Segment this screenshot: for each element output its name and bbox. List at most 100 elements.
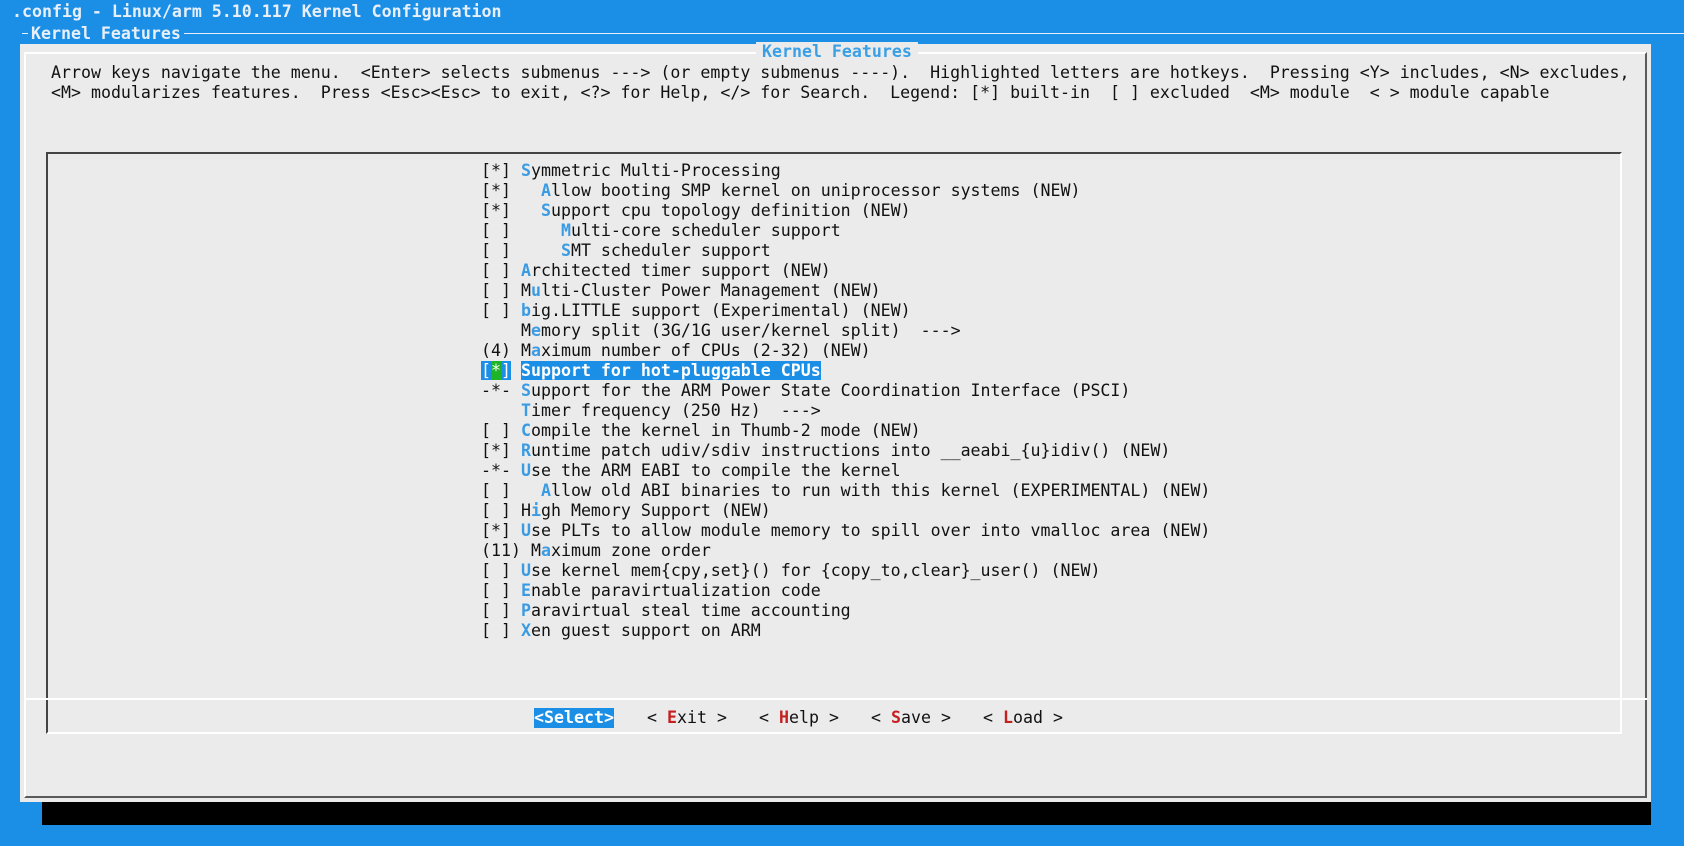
menu-item-label: Timer frequency (250 Hz) ---> bbox=[521, 401, 821, 420]
hotkey-letter: A bbox=[520, 261, 531, 280]
label-text: lti-Cluster Power Management (NEW) bbox=[540, 281, 881, 300]
menu-item-mark: (4) bbox=[481, 341, 511, 360]
menu-item[interactable]: Timer frequency (250 Hz) ---> bbox=[481, 401, 1210, 421]
menu-item-label: Maximum zone order bbox=[531, 541, 711, 560]
menu-item-mark: [*] bbox=[481, 521, 511, 540]
menu-item-label: Use kernel mem{cpy,set}() for {copy_to,c… bbox=[521, 561, 1100, 580]
menu-item-mark: [*] bbox=[481, 181, 511, 200]
menu-item-mark: [ ] bbox=[481, 221, 511, 240]
select-button[interactable]: <Select> bbox=[534, 708, 614, 728]
label-text: ompile the kernel in Thumb-2 mode (NEW) bbox=[530, 421, 921, 440]
window-title: .config - Linux/arm 5.10.117 Kernel Conf… bbox=[12, 2, 502, 21]
label-text: upport for the ARM Power State Coordinat… bbox=[530, 381, 1131, 400]
menu-item-label: High Memory Support (NEW) bbox=[521, 501, 771, 520]
button-text: ave > bbox=[900, 708, 951, 727]
hotkey-letter: U bbox=[520, 461, 531, 480]
menu-item-mark: [ ] bbox=[481, 261, 511, 280]
menu-item[interactable]: [ ] Architected timer support (NEW) bbox=[481, 261, 1210, 281]
exit-button[interactable]: < Exit > bbox=[647, 708, 727, 728]
label-text: gh Memory Support (NEW) bbox=[540, 501, 771, 520]
label-text: MT scheduler support bbox=[570, 241, 771, 260]
button-separator bbox=[24, 698, 1647, 700]
label-text: ymmetric Multi-Processing bbox=[530, 161, 781, 180]
menu-item[interactable]: [ ] Enable paravirtualization code bbox=[481, 581, 1210, 601]
menu-item[interactable]: [ ] Paravirtual steal time accounting bbox=[481, 601, 1210, 621]
hotkey-letter: S bbox=[521, 361, 531, 380]
menu-item[interactable]: [ ] Compile the kernel in Thumb-2 mode (… bbox=[481, 421, 1210, 441]
load-button[interactable]: < Load > bbox=[983, 708, 1063, 728]
dialog-title: Kernel Features bbox=[756, 42, 918, 62]
menu-item-mark bbox=[481, 401, 511, 420]
menu-item[interactable]: [*] Allow booting SMP kernel on uniproce… bbox=[481, 181, 1210, 201]
label-prefix: M bbox=[520, 321, 531, 340]
label-prefix: M bbox=[530, 541, 541, 560]
menu-item-label: Paravirtual steal time accounting bbox=[521, 601, 851, 620]
label-text: se the ARM EABI to compile the kernel bbox=[530, 461, 901, 480]
menu-item[interactable]: [*] Symmetric Multi-Processing bbox=[481, 161, 1210, 181]
menu-item[interactable]: [*] Runtime patch udiv/sdiv instructions… bbox=[481, 441, 1210, 461]
label-text: untime patch udiv/sdiv instructions into… bbox=[530, 441, 1171, 460]
hotkey-letter: i bbox=[530, 501, 541, 520]
hotkey-letter: M bbox=[560, 221, 571, 240]
hotkey-letter: a bbox=[530, 341, 541, 360]
menu-item[interactable]: [*] Use PLTs to allow module memory to s… bbox=[481, 521, 1210, 541]
menu-item[interactable]: [*] Support for hot-pluggable CPUs bbox=[481, 361, 1210, 381]
save-button[interactable]: < Save > bbox=[871, 708, 951, 728]
menu-item[interactable]: [ ] Xen guest support on ARM bbox=[481, 621, 1210, 641]
label-text: upport cpu topology definition (NEW) bbox=[550, 201, 911, 220]
menu-item-mark: -*- bbox=[481, 381, 511, 400]
hotkey-letter: S bbox=[520, 161, 531, 180]
menu-item-mark: [ ] bbox=[481, 601, 511, 620]
label-text: se kernel mem{cpy,set}() for {copy_to,cl… bbox=[530, 561, 1101, 580]
menu-item-label: Support cpu topology definition (NEW) bbox=[521, 201, 911, 220]
menu-item-mark: [ ] bbox=[481, 241, 511, 260]
button-hotkey: H bbox=[778, 708, 789, 727]
label-text: llow booting SMP kernel on uniprocessor … bbox=[550, 181, 1081, 200]
help-text-line-2: <M> modularizes features. Press <Esc><Es… bbox=[51, 83, 1550, 102]
menu-item[interactable]: [ ] Allow old ABI binaries to run with t… bbox=[481, 481, 1210, 501]
label-text: llow old ABI binaries to run with this k… bbox=[550, 481, 1211, 500]
menu-item[interactable]: (11) Maximum zone order bbox=[481, 541, 1210, 561]
menu-item[interactable]: Memory split (3G/1G user/kernel split) -… bbox=[481, 321, 1210, 341]
menu-item-mark: [ ] bbox=[481, 581, 511, 600]
menu-item-label: Allow old ABI binaries to run with this … bbox=[521, 481, 1210, 500]
menu-item-mark[interactable]: [*] bbox=[481, 361, 511, 380]
menu-item[interactable]: -*- Use the ARM EABI to compile the kern… bbox=[481, 461, 1210, 481]
hotkey-letter: T bbox=[520, 401, 531, 420]
hotkey-letter: b bbox=[520, 301, 531, 320]
menu-item[interactable]: [ ] Use kernel mem{cpy,set}() for {copy_… bbox=[481, 561, 1210, 581]
hotkey-letter: a bbox=[540, 541, 551, 560]
menu-item[interactable]: [ ] Multi-core scheduler support bbox=[481, 221, 1210, 241]
menu-item-label: Runtime patch udiv/sdiv instructions int… bbox=[521, 441, 1170, 460]
button-hotkey: L bbox=[1002, 708, 1013, 727]
menu-item-label: Allow booting SMP kernel on uniprocessor… bbox=[521, 181, 1081, 200]
menu-item-mark: [ ] bbox=[481, 621, 511, 640]
menu-item-mark: (11) bbox=[481, 541, 521, 560]
menu-item-mark: [ ] bbox=[481, 421, 511, 440]
help-text-line-1: Arrow keys navigate the menu. <Enter> se… bbox=[51, 63, 1630, 82]
menu-item-label: SMT scheduler support bbox=[521, 241, 771, 260]
hotkey-letter: S bbox=[520, 381, 531, 400]
menu-item[interactable]: [ ] big.LITTLE support (Experimental) (N… bbox=[481, 301, 1210, 321]
menu-item-label: Use PLTs to allow module memory to spill… bbox=[521, 521, 1210, 540]
menu-item[interactable]: -*- Support for the ARM Power State Coor… bbox=[481, 381, 1210, 401]
menu-item[interactable]: [ ] SMT scheduler support bbox=[481, 241, 1210, 261]
button-bracket: < bbox=[759, 708, 779, 727]
label-text: ximum number of CPUs (2-32) (NEW) bbox=[540, 341, 871, 360]
menu-item[interactable]: [ ] High Memory Support (NEW) bbox=[481, 501, 1210, 521]
menu-item-mark bbox=[481, 321, 511, 340]
label-text: nable paravirtualization code bbox=[530, 581, 821, 600]
menu-item[interactable]: [ ] Multi-Cluster Power Management (NEW) bbox=[481, 281, 1210, 301]
button-text: xit > bbox=[676, 708, 727, 727]
hotkey-letter: E bbox=[520, 581, 531, 600]
help-button[interactable]: < Help > bbox=[759, 708, 839, 728]
label-prefix: M bbox=[520, 341, 531, 360]
breadcrumb-label: Kernel Features bbox=[28, 24, 184, 44]
button-text: oad > bbox=[1012, 708, 1063, 727]
menu-item[interactable]: (4) Maximum number of CPUs (2-32) (NEW) bbox=[481, 341, 1210, 361]
label-text: en guest support on ARM bbox=[530, 621, 761, 640]
menu-item[interactable]: [*] Support cpu topology definition (NEW… bbox=[481, 201, 1210, 221]
hotkey-letter: C bbox=[520, 421, 531, 440]
menu-item-label: Multi-Cluster Power Management (NEW) bbox=[521, 281, 881, 300]
menu-item-label: Compile the kernel in Thumb-2 mode (NEW) bbox=[521, 421, 921, 440]
